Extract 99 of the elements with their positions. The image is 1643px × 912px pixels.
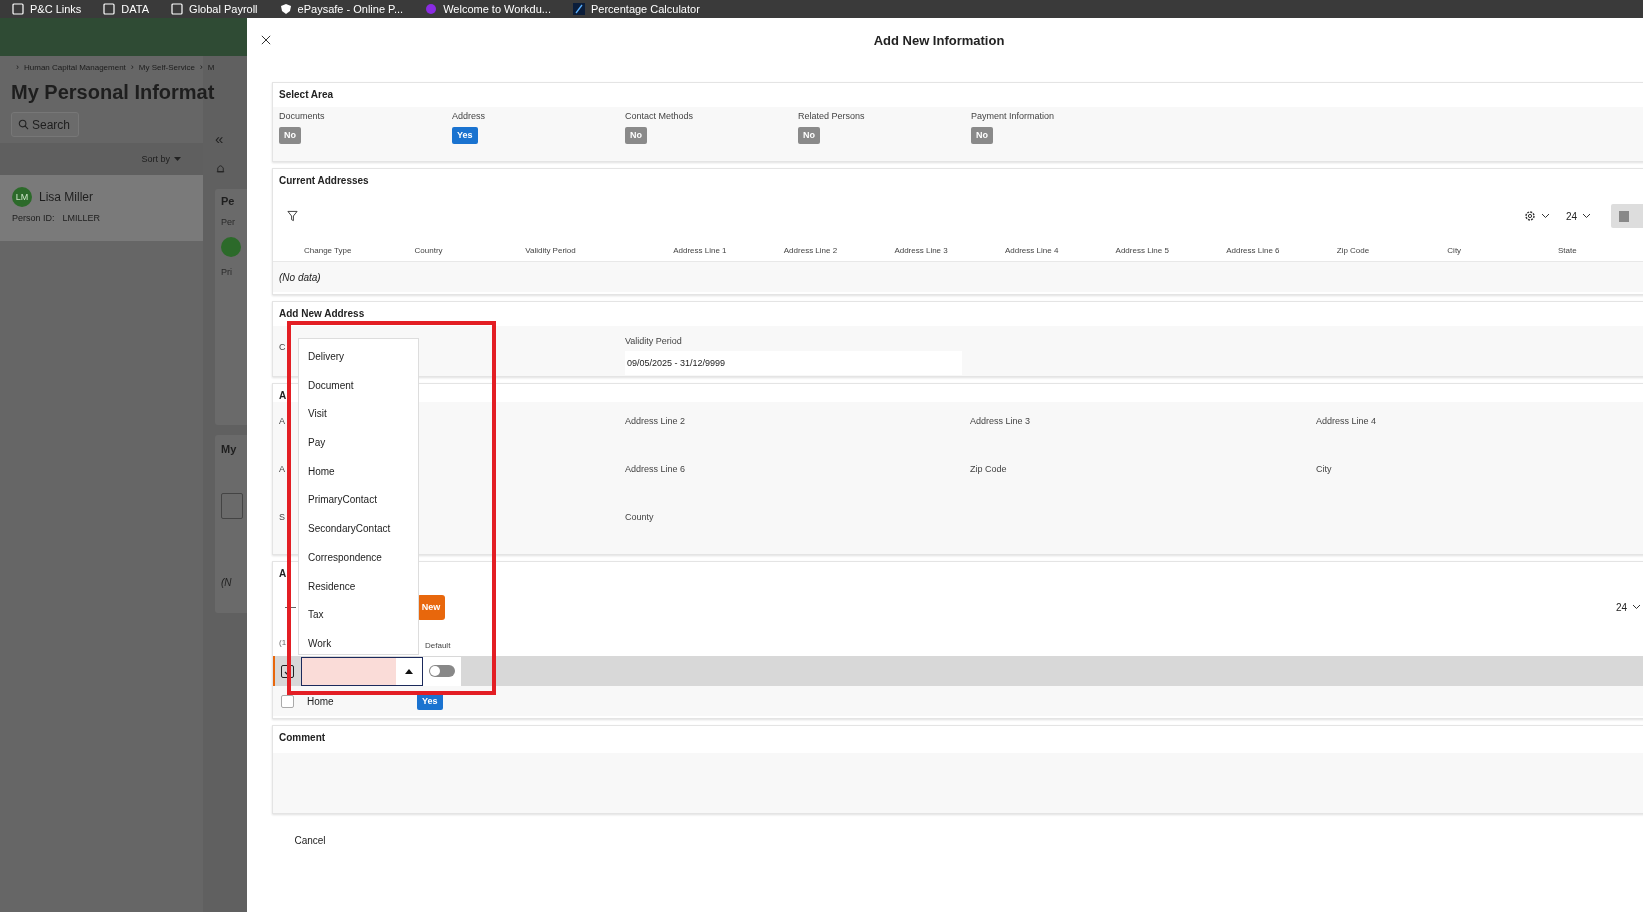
- field-label: Address Line 2: [625, 416, 686, 426]
- field-label: Contact Methods: [625, 111, 694, 121]
- person-id: LMILLER: [62, 213, 101, 223]
- column-header[interactable]: City: [1436, 245, 1547, 255]
- dropdown-option[interactable]: Document: [299, 371, 418, 401]
- field-label: Pri: [221, 267, 232, 277]
- dropdown-option[interactable]: Work: [299, 629, 418, 659]
- caret-icon: [405, 668, 413, 674]
- field-label: City: [1316, 464, 1332, 474]
- field-label: County: [625, 512, 654, 522]
- default-toggle[interactable]: [429, 665, 455, 677]
- bookmark-link[interactable]: Percentage Calculator: [590, 2, 700, 16]
- comment-field[interactable]: [273, 753, 1643, 813]
- page-size-select[interactable]: 24: [1565, 210, 1591, 222]
- chevron-icon: [1540, 213, 1550, 219]
- column-header[interactable]: Zip Code: [1325, 245, 1437, 255]
- column-header[interactable]: Country: [403, 245, 515, 255]
- folder-icon: [12, 3, 24, 15]
- table-row[interactable]: Home Yes: [273, 686, 1643, 716]
- square-icon: [1619, 210, 1629, 222]
- column-header[interactable]: Default: [425, 640, 451, 650]
- field-label: C: [279, 342, 286, 352]
- chevron-icon: [1632, 604, 1641, 610]
- field-label: Documents: [279, 111, 325, 121]
- input-field[interactable]: [221, 493, 243, 519]
- field-label: Per: [221, 217, 235, 227]
- column-header[interactable]: Address Line 5: [1104, 245, 1216, 255]
- toggle-badge[interactable]: Yes: [452, 127, 478, 144]
- dropdown-option[interactable]: SecondaryContact: [299, 515, 418, 544]
- chevron-icon: ›: [16, 62, 19, 72]
- bookmark-link[interactable]: DATA: [121, 2, 150, 16]
- section-title: Current Addresses: [279, 175, 369, 188]
- column-header[interactable]: State: [1546, 245, 1643, 255]
- dropdown-option[interactable]: Delivery: [299, 343, 418, 372]
- settings-button[interactable]: [1523, 210, 1550, 222]
- card-title: My: [221, 443, 237, 455]
- dropdown-option[interactable]: Visit: [299, 400, 418, 430]
- column-header[interactable]: Change Type: [293, 245, 404, 255]
- card-title: Pe: [221, 195, 235, 207]
- bookmark-link[interactable]: Welcome to Workdu...: [443, 2, 551, 16]
- chevron-icon: ›: [199, 62, 203, 72]
- column-header[interactable]: Address Line 3: [883, 245, 994, 255]
- dropdown-option[interactable]: Pay: [299, 429, 418, 458]
- chevron-icon: [1582, 213, 1591, 219]
- dropdown-option[interactable]: Correspondence: [299, 543, 418, 573]
- date-range-field[interactable]: 09/05/2025 - 31/12/9999: [625, 351, 962, 375]
- column-header[interactable]: Address Line 2: [772, 245, 884, 255]
- section-title: A: [279, 390, 287, 402]
- caret-icon: [174, 156, 181, 162]
- section-title: Add New Address: [279, 308, 365, 321]
- folder-icon: [171, 3, 184, 15]
- field-label: Address: [452, 111, 486, 121]
- bookmark-link[interactable]: Global Payroll: [189, 2, 258, 16]
- chevron-icon: ›: [130, 62, 134, 72]
- page-title: My Personal Informat: [11, 80, 215, 104]
- change-type-dropdown[interactable]: [301, 656, 423, 686]
- dropdown-option[interactable]: Residence: [299, 572, 418, 602]
- empty-text: (N: [221, 577, 232, 588]
- section-title: A: [279, 568, 287, 581]
- section-title: Comment: [279, 732, 326, 745]
- field-label: Payment Information: [971, 111, 1055, 121]
- column-header[interactable]: Address Line 1: [662, 245, 773, 255]
- circle-icon: [425, 3, 438, 15]
- person-name: Lisa Miller: [39, 190, 93, 204]
- page-size-select[interactable]: 24: [1615, 601, 1641, 613]
- column-header[interactable]: Address Line 4: [993, 245, 1105, 255]
- field-label: Zip Code: [970, 464, 1007, 474]
- dialog-title: Add New Information: [873, 33, 1005, 50]
- column-header[interactable]: Address Line 6: [1215, 245, 1326, 255]
- column-header[interactable]: Validity Period: [514, 245, 663, 255]
- search-icon: [18, 119, 29, 130]
- person-id-label: Person ID:: [12, 213, 55, 223]
- field-label: Related Persons: [798, 111, 865, 121]
- avatar: LM: [12, 187, 32, 207]
- checkbox[interactable]: [281, 664, 294, 678]
- field-label: Address Line 3: [970, 416, 1031, 426]
- close-icon[interactable]: [261, 35, 271, 45]
- bookmark-link[interactable]: P&C Links: [30, 2, 82, 16]
- filter-icon[interactable]: [287, 210, 298, 222]
- field-label: Validity Period: [625, 336, 683, 346]
- shield-icon: [279, 3, 292, 15]
- percent-icon: [572, 3, 585, 15]
- avatar: [221, 237, 241, 257]
- field-label: Address Line 6: [625, 464, 686, 474]
- field-label: S: [279, 512, 285, 522]
- field-label: Address Line 4: [1316, 416, 1377, 426]
- settings-icon: [1523, 210, 1536, 222]
- checkbox[interactable]: [281, 694, 294, 708]
- bookmark-link[interactable]: ePaysafe - Online P...: [297, 2, 404, 16]
- dropdown-option[interactable]: PrimaryContact: [299, 486, 418, 516]
- dropdown-option[interactable]: Home: [299, 457, 418, 487]
- person-list-item[interactable]: LM Lisa Miller Person ID: LMILLER: [0, 175, 203, 241]
- empty-message: (No data): [279, 271, 321, 283]
- dropdown-option[interactable]: Tax: [299, 601, 418, 630]
- field-label: A: [279, 464, 285, 474]
- change-type-text: Home: [306, 695, 335, 707]
- field-label: A: [279, 416, 285, 426]
- section-title: Select Area: [279, 89, 334, 102]
- folder-icon: [103, 3, 116, 15]
